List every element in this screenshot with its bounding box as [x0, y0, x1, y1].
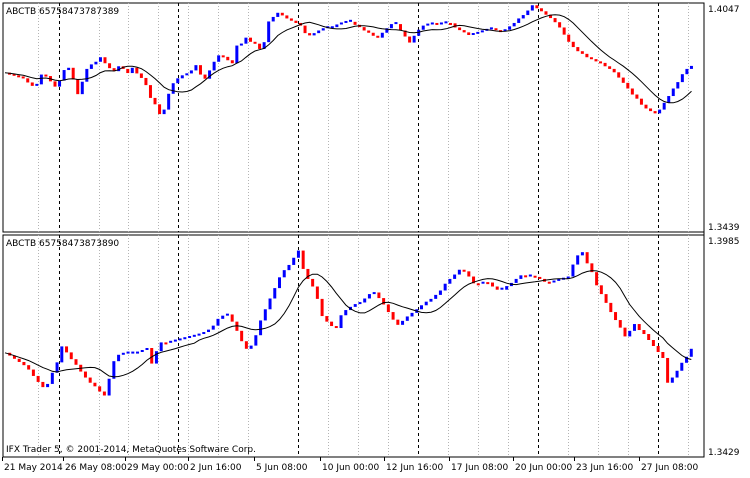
- copyright-text: IFX Trader 5, © 2001-2014, MetaQuotes So…: [6, 445, 256, 455]
- x-axis-label: 29 May 00:00: [127, 463, 189, 473]
- x-axis-label: 10 Jun 00:00: [322, 463, 379, 473]
- price-label-top: 1.4047: [708, 5, 740, 15]
- price-label-top: 1.3985: [708, 237, 740, 247]
- panel-symbol-label: ABCTB 65758473873890: [6, 239, 119, 249]
- x-axis-label: 20 Jun 00:00: [515, 463, 572, 473]
- x-axis-label: 5 Jun 08:00: [256, 463, 308, 473]
- x-axis-label: 2 Jun 16:00: [190, 463, 242, 473]
- x-axis-label: 12 Jun 16:00: [386, 463, 443, 473]
- price-label-bottom: 1.3439: [708, 223, 740, 233]
- x-axis-label: 26 May 08:00: [65, 463, 127, 473]
- x-axis-label: 21 May 2014: [4, 463, 63, 473]
- x-axis-label: 17 Jun 08:00: [451, 463, 508, 473]
- x-axis-label: 27 Jun 08:00: [641, 463, 698, 473]
- renko-chart[interactable]: ABCTB 65758473787389 1.4047 1.3439 ABCTB 65…: [0, 0, 750, 478]
- price-label-bottom: 1.3429: [708, 448, 740, 458]
- panel-symbol-label: ABCTB 65758473787389: [6, 7, 119, 17]
- x-axis-label: 23 Jun 16:00: [576, 463, 633, 473]
